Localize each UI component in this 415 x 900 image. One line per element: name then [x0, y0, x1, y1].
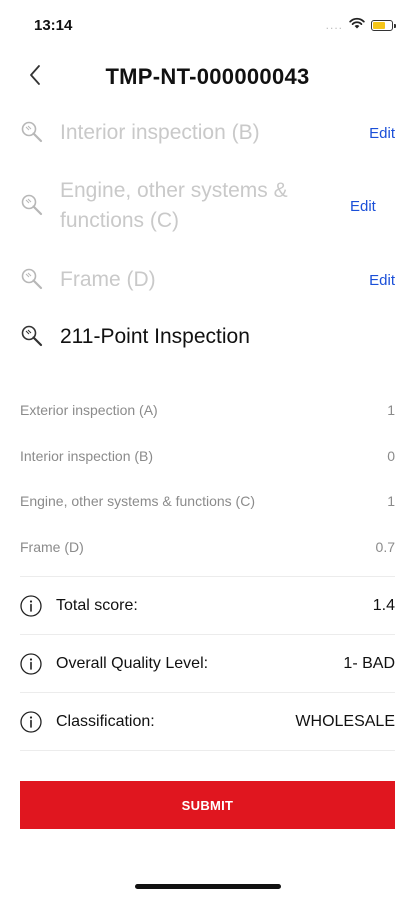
score-value: 1: [387, 493, 395, 509]
section-label: Frame (D): [60, 268, 156, 291]
section-label: Interior inspection (B): [60, 121, 260, 144]
info-icon[interactable]: [20, 711, 42, 733]
score-row: Engine, other systems & functions (C) 1: [20, 493, 395, 509]
quality-level-label: Overall Quality Level:: [56, 655, 209, 672]
divider: [20, 692, 395, 693]
divider: [20, 576, 395, 577]
info-icon[interactable]: [20, 595, 42, 617]
wifi-icon: [349, 16, 365, 34]
section-engine: Engine, other systems & functions (C) Ed…: [20, 176, 395, 236]
section-211-point: 211-Point Inspection: [20, 322, 395, 352]
score-value: 0.7: [375, 539, 395, 555]
nav-bar: TMP-NT-000000043: [0, 52, 415, 102]
submit-button[interactable]: SUBMIT: [20, 781, 395, 829]
status-bar: 13:14 ....: [0, 0, 415, 50]
inspect-magnifier-icon: [20, 120, 46, 146]
status-icons: ....: [325, 16, 396, 34]
classification-row: Classification: WHOLESALE: [20, 694, 395, 750]
section-label: Engine, other systems & functions (C): [60, 179, 288, 232]
total-score-row: Total score: 1.4: [20, 578, 395, 634]
edit-engine-link[interactable]: Edit: [350, 198, 376, 215]
score-label: Interior inspection (B): [20, 448, 154, 464]
page-title: TMP-NT-000000043: [105, 64, 310, 89]
classification-label: Classification:: [56, 713, 155, 730]
score-row: Interior inspection (B) 0: [20, 448, 395, 464]
score-row: Exterior inspection (A) 1: [20, 402, 395, 418]
total-score-value: 1.4: [372, 597, 395, 614]
inspect-magnifier-icon: [20, 193, 46, 219]
classification-value: WHOLESALE: [295, 713, 395, 730]
info-icon[interactable]: [20, 653, 42, 675]
home-indicator: [135, 884, 281, 889]
status-time: 13:14: [34, 17, 73, 34]
edit-interior-link[interactable]: Edit: [369, 125, 395, 142]
section-interior: Interior inspection (B) Edit: [20, 118, 395, 148]
score-value: 0: [387, 448, 395, 464]
section-heading: 211-Point Inspection: [60, 325, 250, 348]
inspect-magnifier-icon: [20, 267, 46, 293]
quality-level-row: Overall Quality Level: 1- BAD: [20, 636, 395, 692]
cellular-signal-icon: ....: [325, 18, 343, 32]
divider: [20, 750, 395, 751]
score-row: Frame (D) 0.7: [20, 539, 395, 555]
divider: [20, 634, 395, 635]
score-label: Engine, other systems & functions (C): [20, 493, 255, 509]
total-score-label: Total score:: [56, 597, 138, 614]
score-value: 1: [387, 402, 395, 418]
edit-frame-link[interactable]: Edit: [369, 272, 395, 289]
score-label: Exterior inspection (A): [20, 402, 158, 418]
section-frame: Frame (D) Edit: [20, 265, 395, 295]
score-label: Frame (D): [20, 539, 84, 555]
battery-icon: [371, 19, 396, 31]
quality-level-value: 1- BAD: [343, 655, 395, 672]
inspect-magnifier-icon: [20, 324, 46, 350]
